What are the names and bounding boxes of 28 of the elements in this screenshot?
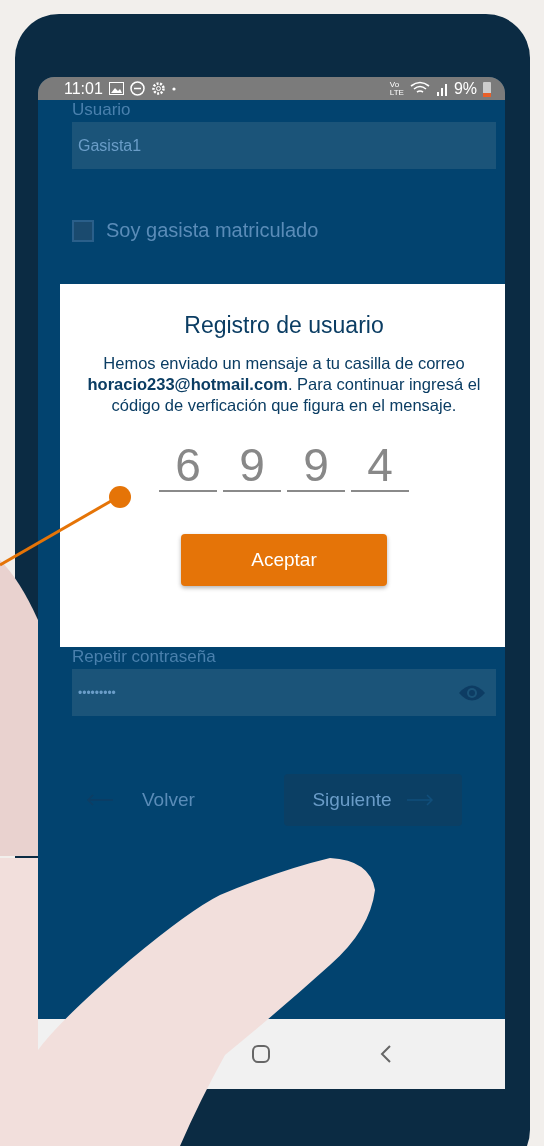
dialog-title: Registro de usuario [184, 312, 384, 339]
password-field[interactable]: ••••••••• [72, 669, 496, 716]
accept-button[interactable]: Aceptar [181, 534, 387, 586]
dialog-message: Hemos enviado un mensaje a tu casilla de correo horacio233@hotmail.com. Para continuar ingresá el código de verficación que figura en el mensaje. [86, 353, 482, 416]
battery-icon [483, 80, 491, 97]
wifi-icon [409, 81, 430, 96]
code-digit-field[interactable]: 6 [159, 440, 217, 492]
volte-label: Vo LTE [389, 80, 404, 97]
field-label: Usuario [72, 100, 132, 121]
code-digit-field[interactable]: 9 [287, 440, 345, 492]
code-digit-field[interactable]: 9 [223, 440, 281, 492]
settings-icon [150, 81, 166, 96]
checkbox-label: Soy gasista matriculado [106, 219, 319, 242]
checkbox[interactable] [72, 219, 94, 242]
back-icon[interactable] [379, 1044, 392, 1064]
battery-percent: 9% [453, 79, 477, 98]
signal-icon [435, 81, 448, 96]
home-icon[interactable] [251, 1045, 270, 1063]
status-time: 11:01 [64, 79, 103, 98]
back-button[interactable]: Volver [72, 789, 284, 811]
dot-icon [171, 86, 176, 91]
field-label: Repetir contraseña [72, 647, 217, 668]
next-button[interactable]: Siguiente [284, 774, 462, 826]
password-dots: ••••••••• [78, 685, 116, 700]
image-icon [108, 82, 124, 95]
input-field[interactable]: Gasista1 [72, 122, 496, 169]
code-digit-field[interactable]: 4 [351, 440, 409, 492]
minus-circle-icon [129, 81, 145, 96]
